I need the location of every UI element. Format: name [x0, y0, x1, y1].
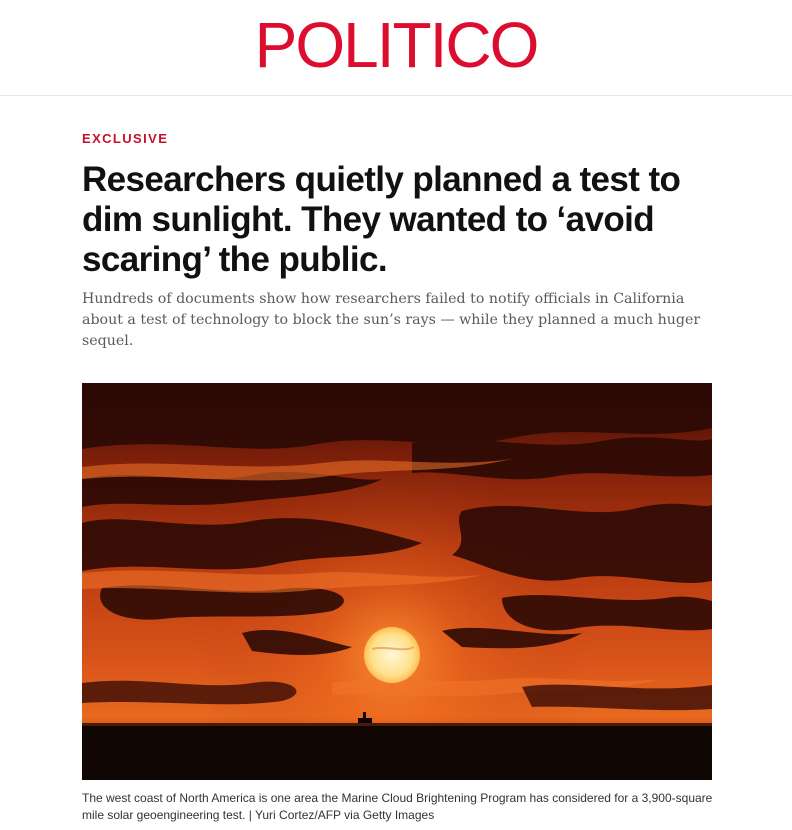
hero-photo	[82, 383, 712, 780]
article-kicker[interactable]: EXCLUSIVE	[82, 131, 168, 147]
sunset-over-ocean-image	[82, 383, 712, 780]
caption-separator: |	[245, 808, 256, 822]
photo-caption: The west coast of North America is one a…	[82, 790, 722, 824]
photo-credit: Yuri Cortez/AFP via Getty Images	[255, 808, 435, 822]
politico-logo[interactable]: POLITICO	[0, 10, 792, 80]
masthead: POLITICO	[0, 0, 792, 96]
article-dek: Hundreds of documents show how researche…	[82, 291, 701, 349]
article-headline: Researchers quietly planned a test to di…	[82, 160, 681, 279]
